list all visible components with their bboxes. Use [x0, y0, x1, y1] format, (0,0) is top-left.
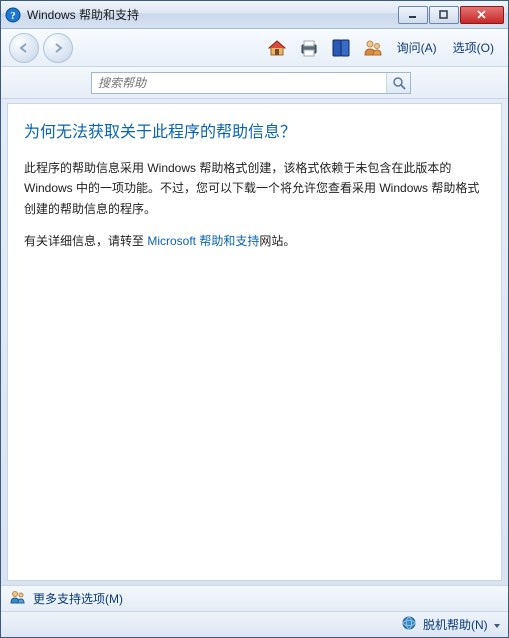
offline-help-label: 脱机帮助(N) [423, 618, 488, 632]
footer-more-options: 更多支持选项(M) [1, 585, 508, 611]
search-box [91, 72, 411, 94]
browse-help-icon[interactable] [327, 34, 355, 62]
offline-help-icon [401, 615, 417, 634]
ask-menu-label: 询问(A) [397, 41, 437, 55]
search-button[interactable] [386, 73, 410, 93]
titlebar: ? Windows 帮助和支持 [1, 1, 508, 29]
ask-menu[interactable]: 询问(A) [391, 35, 443, 60]
p2-prefix: 有关详细信息，请转至 [24, 234, 147, 248]
paragraph-2: 有关详细信息，请转至 Microsoft 帮助和支持网站。 [24, 231, 485, 251]
page-heading: 为何无法获取关于此程序的帮助信息？ [24, 118, 485, 142]
toolbar: 询问(A) 选项(O) [1, 29, 508, 67]
search-input[interactable] [92, 73, 386, 93]
minimize-button[interactable] [398, 6, 428, 24]
window-title: Windows 帮助和支持 [27, 6, 397, 23]
more-support-options-link[interactable]: 更多支持选项(M) [33, 590, 123, 607]
svg-text:?: ? [10, 10, 16, 22]
offline-help-menu[interactable]: 脱机帮助(N) [423, 616, 500, 633]
back-button[interactable] [9, 33, 39, 63]
search-row [1, 67, 508, 99]
chevron-down-icon [494, 624, 500, 628]
content-area: 为何无法获取关于此程序的帮助信息？ 此程序的帮助信息采用 Windows 帮助格… [7, 103, 502, 581]
ask-icon[interactable] [359, 34, 387, 62]
help-app-icon: ? [5, 7, 21, 23]
footer-offline-help: 脱机帮助(N) [1, 611, 508, 637]
home-icon[interactable] [263, 34, 291, 62]
options-menu-label: 选项(O) [453, 41, 494, 55]
help-window: ? Windows 帮助和支持 [0, 0, 509, 638]
people-icon [9, 588, 27, 609]
window-controls [397, 6, 504, 24]
ms-help-support-link[interactable]: Microsoft 帮助和支持 [147, 234, 259, 248]
close-button[interactable] [460, 6, 504, 24]
print-icon[interactable] [295, 34, 323, 62]
maximize-button[interactable] [429, 6, 459, 24]
paragraph-1: 此程序的帮助信息采用 Windows 帮助格式创建，该格式依赖于未包含在此版本的… [24, 158, 485, 219]
forward-button[interactable] [43, 33, 73, 63]
p2-suffix: 网站。 [259, 234, 295, 248]
options-menu[interactable]: 选项(O) [447, 35, 500, 60]
